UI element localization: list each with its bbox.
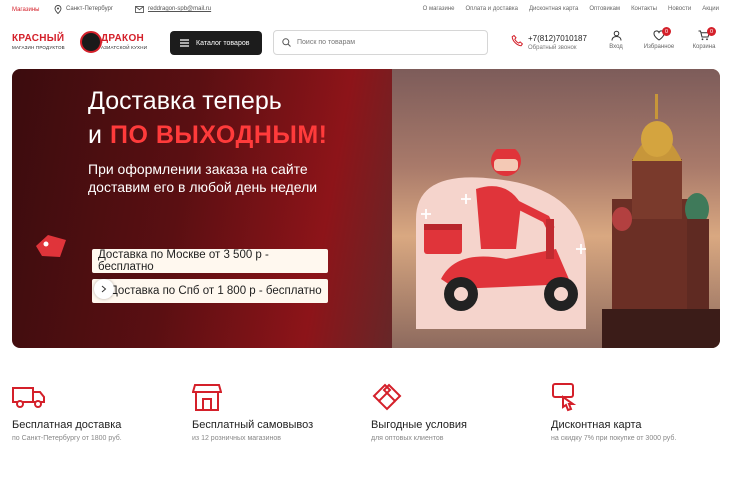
login-button[interactable]: Вход [598,30,634,58]
features-section: Бесплатная доставка по Санкт-Петербургу … [0,380,735,450]
logo-title-right: ДРАКОН [101,33,145,44]
email-label: reddragon-spb@mail.ru [148,6,212,12]
spb-delivery-pill: Доставка по Спб от 1 800 р - бесплатно [92,279,328,303]
discount-tag-icon [36,235,66,257]
banner-title-line1: Доставка теперь [88,87,282,115]
email-link[interactable]: reddragon-spb@mail.ru [135,3,211,15]
nav-payment-delivery[interactable]: Оплата и доставка [466,6,518,12]
phone-number[interactable]: +7(812)7010187 [528,34,587,43]
cart-button[interactable]: 0 Корзина [686,27,722,58]
truck-icon [12,387,45,408]
user-icon [611,30,621,41]
nav-promotions[interactable]: Акции [702,6,719,12]
moscow-delivery-pill: Доставка по Москве от 3 500 р - бесплатн… [92,249,328,273]
feature-subtitle: для оптовых клиентов [371,435,444,442]
feature-title: Бесплатная доставка [12,419,122,431]
feature-title: Бесплатный самовывоз [192,419,314,431]
feature-title: Выгодные условия [371,419,467,431]
nav-about[interactable]: О магазине [423,6,455,12]
city-label: Санкт-Петербург [66,6,114,12]
search-input[interactable]: Поиск по товарам [273,30,488,55]
logo[interactable]: КРАСНЫЙ МАГАЗИН ПРОДУКТОВ ДРАКОН АЗИАТСК… [12,31,152,55]
shops-link[interactable]: Магазины [12,7,39,13]
mail-icon [135,5,144,13]
feature-subtitle: по Санкт-Петербургу от 1800 руб. [12,435,122,442]
logo-subtitle-right: АЗИАТСКОЙ КУХНИ [101,45,148,50]
banner-title-prefix: и [88,121,102,149]
phone-block[interactable]: +7(812)7010187 Обратный звонок [511,32,591,54]
logo-subtitle-left: МАГАЗИН ПРОДУКТОВ [12,45,65,50]
banner-title-line2: и ПО ВЫХОДНЫМ! [88,121,328,150]
store-icon [192,384,222,411]
city-selector[interactable]: Санкт-Петербург [54,3,113,15]
catalog-button-label: Каталог товаров [196,39,250,47]
favorites-badge: 0 [662,27,671,36]
dragon-emblem-icon [80,31,102,53]
banner-subtitle-line1: При оформлении заказа на сайте [88,161,308,177]
nav-contacts[interactable]: Контакты [631,6,657,12]
top-nav: О магазине Оплата и доставка Дисконтная … [423,6,719,12]
catalog-button[interactable]: Каталог товаров [170,31,262,55]
search-placeholder: Поиск по товарам [297,39,356,46]
banner-title-highlight: ПО ВЫХОДНЫМ! [109,121,328,149]
nav-wholesale[interactable]: Оптовикам [589,6,620,12]
phone-icon [511,34,524,47]
top-bar: Магазины Санкт-Петербург reddragon-spb@m… [0,0,735,20]
chevron-right-icon [101,285,107,293]
menu-icon [180,39,189,47]
callback-link[interactable]: Обратный звонок [528,45,577,51]
nav-news[interactable]: Новости [668,6,691,12]
banner-subtitle-line2: доставим его в любой день недели [88,179,318,195]
banner-arrow-button[interactable] [94,279,114,299]
location-pin-icon [54,4,62,14]
feature-subtitle: на скидку 7% при покупке от 3000 руб. [551,435,677,442]
favorites-button[interactable]: 0 Избранное [641,27,677,58]
cathedral-image [602,94,720,348]
promo-banner[interactable]: Доставка теперь и ПО ВЫХОДНЫМ! При оформ… [12,69,720,348]
handshake-icon [372,383,402,411]
login-label: Вход [609,44,623,50]
cart-badge: 0 [707,27,716,36]
courier-scooter-illustration [416,149,586,329]
header: КРАСНЫЙ МАГАЗИН ПРОДУКТОВ ДРАКОН АЗИАТСК… [0,20,735,66]
nav-discount-card[interactable]: Дисконтная карта [529,6,578,12]
discount-card-icon [552,383,577,412]
feature-title: Дисконтная карта [551,419,642,431]
cart-label: Корзина [692,44,716,50]
feature-subtitle: из 12 розничных магазинов [192,435,281,442]
search-icon [282,38,291,47]
favorites-label: Избранное [643,44,675,50]
logo-title-left: КРАСНЫЙ [12,33,65,44]
